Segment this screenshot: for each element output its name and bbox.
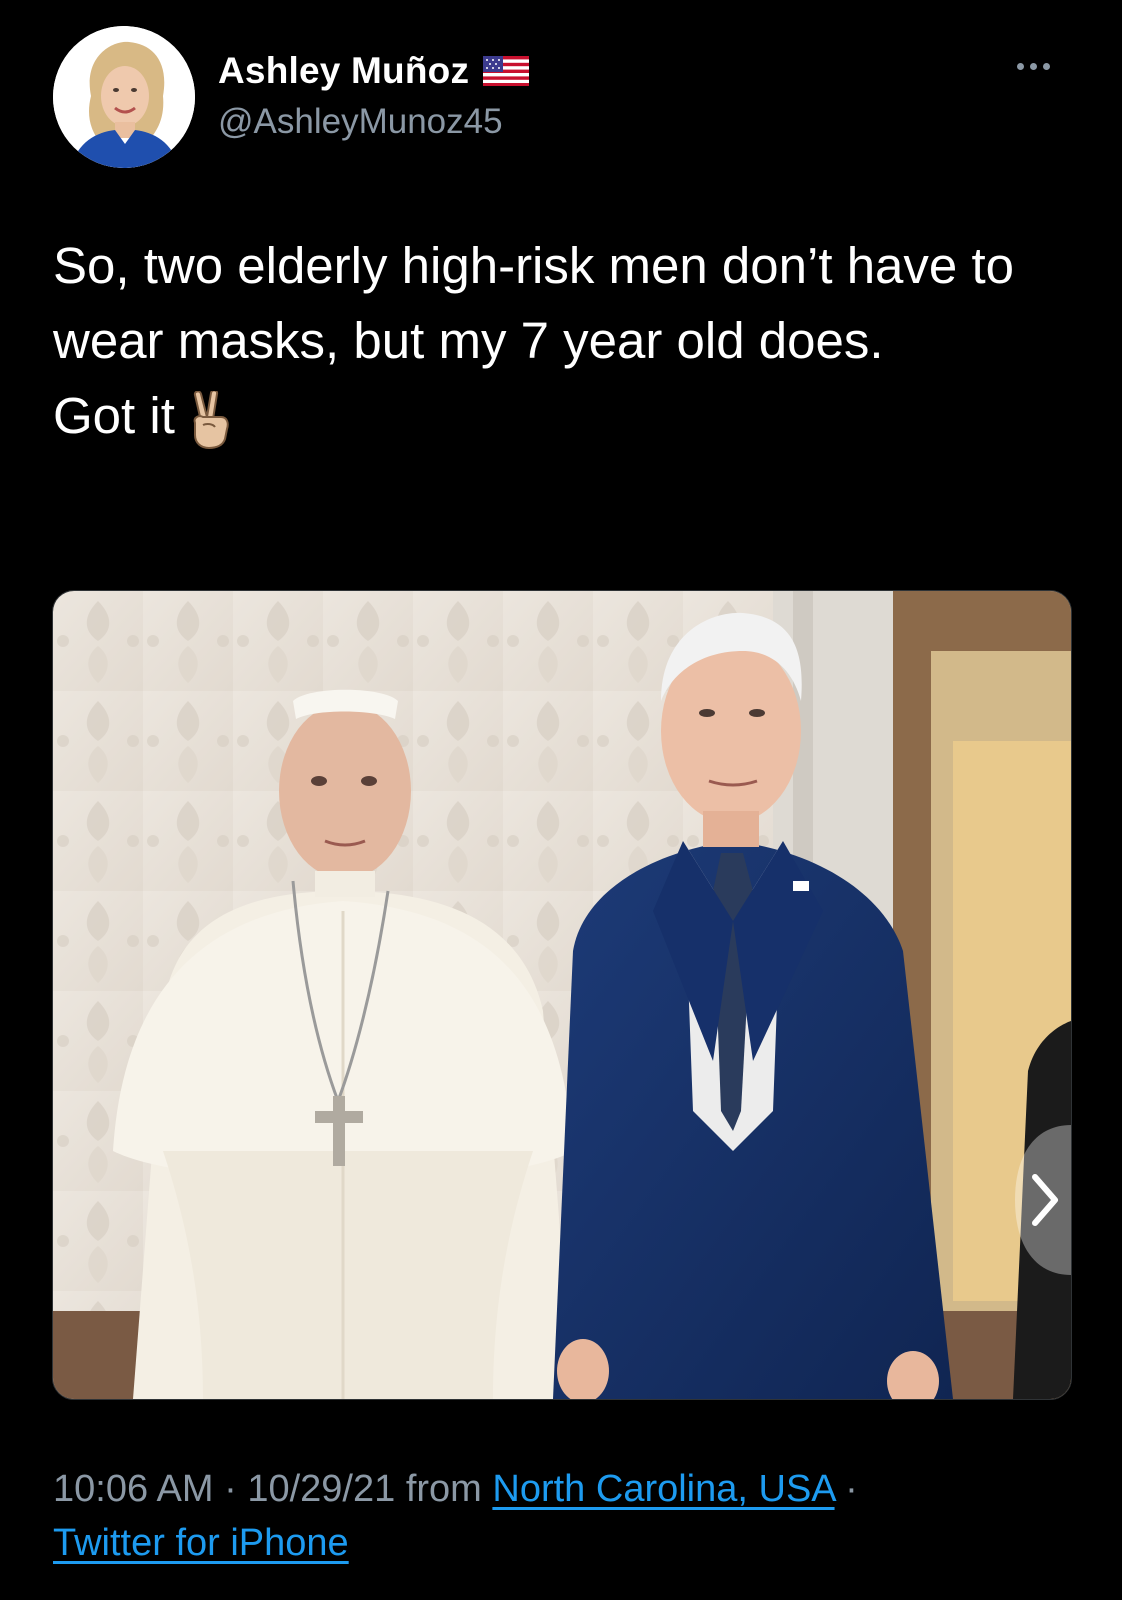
avatar[interactable] — [53, 26, 195, 168]
tweet-meta: 10:06 AM · 10/29/21 from North Carolina,… — [53, 1462, 1093, 1570]
tweet-photo[interactable] — [52, 590, 1072, 1400]
more-dot-icon — [1029, 62, 1037, 70]
tweet: Ashley Muñoz @AshleyMunoz45 So, two elde… — [0, 0, 1122, 1600]
more-options-button[interactable] — [1008, 46, 1058, 86]
name-row: Ashley Muñoz — [218, 50, 530, 92]
tweet-date: 10/29/21 — [247, 1468, 396, 1510]
meta-separator-2: · — [834, 1468, 858, 1510]
tweet-line-1: So, two elderly high-risk men don’t have… — [53, 237, 1014, 369]
location-link[interactable]: North Carolina, USA — [492, 1468, 834, 1510]
tweet-text: So, two elderly high-risk men don’t have… — [53, 228, 1073, 453]
tweet-time: 10:06 AM — [53, 1468, 214, 1510]
tweet-header: Ashley Muñoz @AshleyMunoz45 — [53, 26, 1082, 168]
user-handle[interactable]: @AshleyMunoz45 — [218, 102, 503, 142]
more-dot-icon — [1042, 62, 1050, 70]
source-link[interactable]: Twitter for iPhone — [53, 1522, 349, 1564]
more-dot-icon — [1016, 62, 1024, 70]
display-name[interactable]: Ashley Muñoz — [218, 50, 469, 92]
meta-separator: · — [213, 1468, 248, 1510]
us-flag-icon — [483, 56, 530, 86]
from-label: from — [395, 1468, 493, 1510]
tweet-line-2: Got it — [53, 378, 1073, 453]
next-photo-button[interactable] — [1015, 1125, 1071, 1275]
tweet-line-2-text: Got it — [53, 387, 175, 444]
victory-hand-icon — [187, 389, 233, 449]
